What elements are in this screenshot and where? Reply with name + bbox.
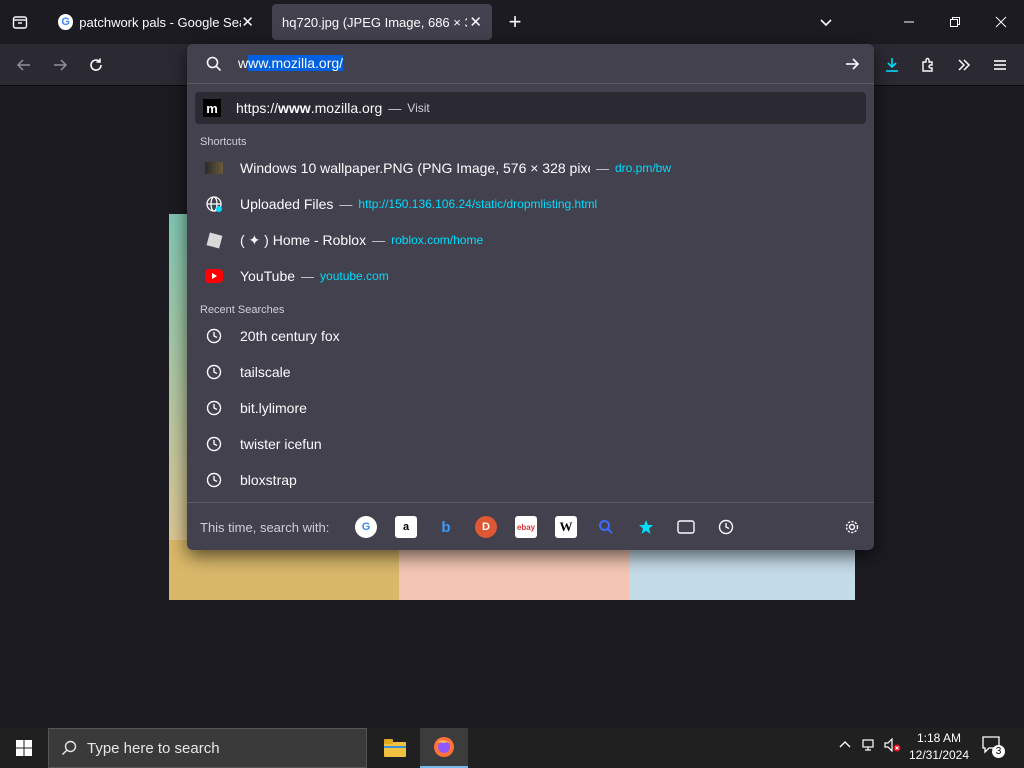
url-input[interactable]: www.mozilla.org/ — [187, 44, 874, 84]
youtube-icon — [203, 265, 225, 287]
menu-icon[interactable] — [984, 50, 1016, 80]
wikipedia-engine-icon[interactable]: W — [555, 516, 577, 538]
recent-search-text: 20th century fox — [240, 328, 340, 344]
forward-icon[interactable] — [44, 50, 76, 80]
recent-search-row[interactable]: bloxstrap — [195, 464, 866, 496]
recent-search-row[interactable]: twister icefun — [195, 428, 866, 460]
recent-search-row[interactable]: bit.lylimore — [195, 392, 866, 424]
globe-icon — [203, 193, 225, 215]
notification-center-icon[interactable]: 3 — [982, 736, 1008, 760]
urlbar-dropdown: www.mozilla.org/ m https://www .mozilla.o… — [187, 44, 874, 550]
shortcut-title: ( ✦ ) Home - Roblox — [240, 231, 367, 248]
shortcut-url: youtube.com — [320, 269, 389, 283]
shortcut-row[interactable]: YouTube — youtube.com — [195, 260, 866, 292]
recent-search-text: twister icefun — [240, 436, 322, 452]
duckduckgo-engine-icon[interactable]: D — [475, 516, 497, 538]
minimize-icon[interactable] — [886, 0, 932, 44]
search-with-label: This time, search with: — [200, 520, 330, 535]
firefox-taskbar-icon[interactable] — [420, 728, 468, 768]
recent-search-text: bit.lylimore — [240, 400, 307, 416]
history-clock-icon — [203, 397, 225, 419]
reload-icon[interactable] — [80, 50, 112, 80]
history-clock-icon — [203, 325, 225, 347]
settings-gear-icon[interactable] — [841, 516, 863, 538]
overflow-chevron-icon[interactable] — [948, 50, 980, 80]
history-clock-icon — [203, 361, 225, 383]
separator: — — [339, 196, 353, 212]
tab-image[interactable]: hq720.jpg (JPEG Image, 686 × 386 p ✕ — [272, 4, 492, 40]
shortcut-title: Uploaded Files — [240, 196, 334, 212]
file-explorer-icon[interactable] — [372, 728, 418, 768]
bookmarks-star-icon[interactable] — [635, 516, 657, 538]
recent-search-text: tailscale — [240, 364, 291, 380]
extensions-icon[interactable] — [912, 50, 944, 80]
google-icon: G — [58, 14, 74, 30]
shortcut-row[interactable]: ( ✦ ) Home - Roblox — roblox.com/home — [195, 224, 866, 256]
search-engine-icon[interactable] — [595, 516, 617, 538]
top-result-pre: https:// — [236, 100, 279, 116]
ebay-engine-icon[interactable]: ebay — [515, 516, 537, 538]
tab-title: patchwork pals - Google Search — [79, 14, 241, 30]
clock-date: 12/31/2024 — [908, 748, 970, 762]
visit-label: Visit — [407, 101, 430, 115]
downloads-icon[interactable] — [876, 50, 908, 80]
taskbar-search-box[interactable]: Type here to search — [48, 728, 367, 768]
shortcut-title: Windows 10 wallpaper.PNG (PNG Image, 576… — [240, 160, 590, 176]
recent-search-row[interactable]: 20th century fox — [195, 320, 866, 352]
notification-count: 3 — [992, 745, 1005, 758]
history-icon[interactable] — [715, 516, 737, 538]
separator: — — [596, 160, 609, 176]
url-text-selected: ww.mozilla.org/ — [248, 55, 344, 71]
shortcut-title: YouTube — [240, 268, 296, 284]
separator: — — [301, 268, 315, 284]
go-arrow-icon[interactable] — [844, 56, 860, 72]
tab-title: hq720.jpg (JPEG Image, 686 × 386 p — [282, 14, 467, 30]
close-tab-icon[interactable]: ✕ — [469, 13, 482, 31]
top-result-bold: www — [278, 100, 311, 116]
windows-start-icon[interactable] — [0, 728, 48, 768]
close-tab-icon[interactable]: ✕ — [241, 13, 254, 31]
shortcut-url: dro.pm/bw — [615, 161, 672, 175]
wallpaper-thumbnail-icon — [203, 157, 225, 179]
shortcut-row[interactable]: Uploaded Files — http://150.136.106.24/s… — [195, 188, 866, 220]
tab-list-button[interactable] — [6, 8, 34, 36]
tabs-icon[interactable] — [675, 516, 697, 538]
separator: — — [372, 232, 386, 248]
network-icon[interactable] — [862, 738, 880, 758]
top-result-row[interactable]: m https://www .mozilla.org — Visit — [195, 92, 866, 124]
separator: — — [388, 100, 402, 116]
top-result-post: .mozilla.org — [310, 100, 383, 116]
recent-search-row[interactable]: tailscale — [195, 356, 866, 388]
tab-google-search[interactable]: G patchwork pals - Google Search ✕ — [48, 4, 264, 40]
bing-engine-icon[interactable]: b — [435, 516, 457, 538]
taskbar-clock[interactable]: 1:18 AM 12/31/2024 — [900, 730, 978, 764]
show-hidden-icons-chevron-icon[interactable] — [838, 738, 856, 758]
mozilla-icon: m — [203, 99, 221, 117]
history-clock-icon — [203, 469, 225, 491]
new-tab-button[interactable]: + — [502, 8, 528, 36]
history-clock-icon — [203, 433, 225, 455]
search-icon — [206, 56, 222, 72]
restore-icon[interactable] — [932, 0, 978, 44]
taskbar-search-placeholder: Type here to search — [87, 739, 220, 757]
shortcut-url: roblox.com/home — [391, 233, 484, 247]
back-icon[interactable] — [8, 50, 40, 80]
search-engine-footer: This time, search with: G a b D ebay W — [187, 502, 874, 550]
shortcut-url: http://150.136.106.24/static/dropmlistin… — [358, 197, 598, 211]
shortcut-row[interactable]: Windows 10 wallpaper.PNG (PNG Image, 576… — [195, 152, 866, 184]
close-window-icon[interactable] — [978, 0, 1024, 44]
amazon-engine-icon[interactable]: a — [395, 516, 417, 538]
clock-time: 1:18 AM — [916, 731, 962, 745]
url-text-prefix: w — [238, 55, 249, 71]
list-all-tabs-chevron-icon[interactable] — [803, 0, 849, 44]
search-icon — [62, 740, 77, 755]
recent-search-text: bloxstrap — [240, 472, 297, 488]
roblox-icon — [203, 229, 225, 251]
shortcuts-heading: Shortcuts — [200, 136, 247, 148]
recent-searches-heading: Recent Searches — [200, 304, 285, 316]
google-engine-icon[interactable]: G — [355, 516, 377, 538]
tab-list-icon — [12, 16, 28, 29]
